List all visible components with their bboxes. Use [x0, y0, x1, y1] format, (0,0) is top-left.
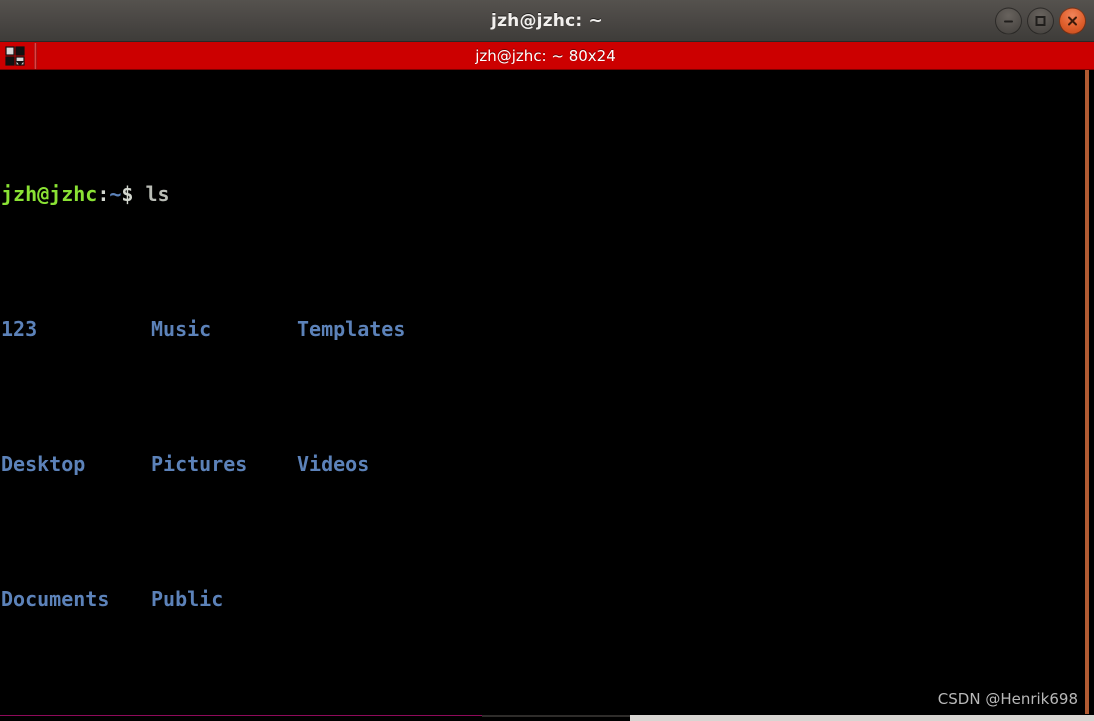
terminal-tabbar: jzh@jzhc: ~ 80x24	[0, 42, 1094, 70]
minimize-button[interactable]	[995, 7, 1022, 34]
listing-item: Public	[151, 587, 224, 611]
prompt-userhost: jzh@jzhc	[1, 182, 98, 206]
close-icon	[1068, 16, 1077, 25]
window-controls	[995, 7, 1086, 34]
listing-item: Videos	[297, 452, 370, 476]
prompt-path: ~	[109, 182, 122, 206]
terminal-line-prompt-1: jzh@jzhc:~$ ls	[1, 181, 1094, 208]
prompt-sigil: $	[121, 182, 134, 206]
desktop-background-strip-right	[630, 714, 1094, 721]
watermark-text: CSDN @Henrik698	[937, 690, 1078, 708]
terminal-command-ls: ls	[133, 182, 170, 206]
window-title: jzh@jzhc: ~	[491, 10, 603, 31]
terminal-scrollbar-edge[interactable]	[1085, 70, 1089, 714]
listing-item: 123	[1, 317, 38, 341]
terminal-line-listing-3: Documents Public	[1, 586, 1094, 613]
terminal-line-listing-1: 123 Music Templates	[1, 316, 1094, 343]
maximize-button[interactable]	[1027, 7, 1054, 34]
terminal-output: jzh@jzhc:~$ ls 123 Music Templates Desktop…	[1, 73, 1094, 714]
terminal-window: jzh@jzhc: ~ jzh@jzhc: ~ 80x24 jzh@jzhc:~…	[0, 0, 1094, 715]
screenshot-root: jzh@jzhc: ~ jzh@jzhc: ~ 80x24 jzh@jzhc:~…	[0, 0, 1094, 721]
terminal-screen-area[interactable]: jzh@jzhc:~$ ls 123 Music Templates Desktop…	[0, 70, 1094, 714]
listing-item: Documents	[1, 587, 110, 611]
terminal-line-listing-2: Desktop Pictures Videos	[1, 451, 1094, 478]
listing-item: Music	[151, 317, 212, 341]
listing-item: Templates	[297, 317, 406, 341]
listing-item: Desktop	[1, 452, 86, 476]
terminal-outer-edge	[1089, 70, 1094, 714]
tab-list-icon[interactable]	[2, 43, 28, 69]
close-button[interactable]	[1059, 7, 1086, 34]
minus-icon	[1004, 20, 1013, 22]
tab-active-label[interactable]: jzh@jzhc: ~ 80x24	[37, 47, 1054, 65]
prompt-colon: :	[97, 182, 110, 206]
square-icon	[1035, 15, 1046, 26]
window-titlebar[interactable]: jzh@jzhc: ~	[0, 0, 1094, 42]
listing-item: Pictures	[151, 452, 248, 476]
